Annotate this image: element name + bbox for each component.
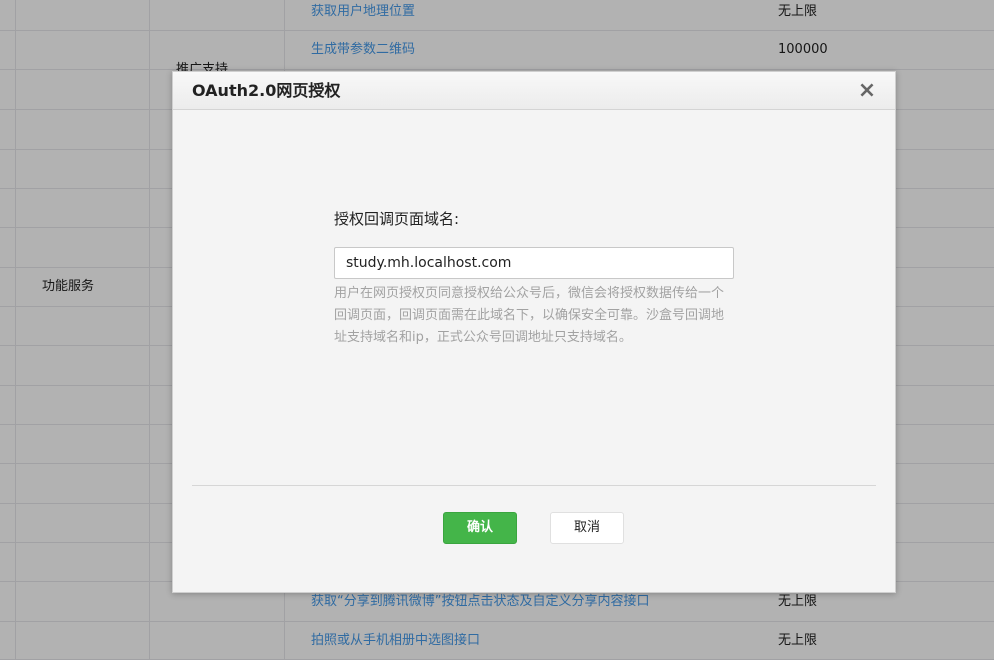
close-icon[interactable]: × (857, 80, 877, 102)
callback-domain-input[interactable] (334, 247, 734, 279)
dialog-title: OAuth2.0网页授权 (192, 81, 341, 100)
callback-domain-label: 授权回调页面域名: (334, 210, 460, 228)
confirm-button[interactable]: 确认 (443, 512, 517, 544)
cancel-button[interactable]: 取消 (550, 512, 624, 544)
dialog-divider (192, 485, 876, 486)
callback-domain-hint: 用户在网页授权页同意授权给公众号后，微信会将授权数据传给一个回调页面，回调页面需… (334, 286, 725, 345)
oauth-dialog: OAuth2.0网页授权 × 授权回调页面域名: 用户在网页授权页同意授权给公众… (172, 71, 896, 593)
dialog-header: OAuth2.0网页授权 × (173, 72, 895, 110)
